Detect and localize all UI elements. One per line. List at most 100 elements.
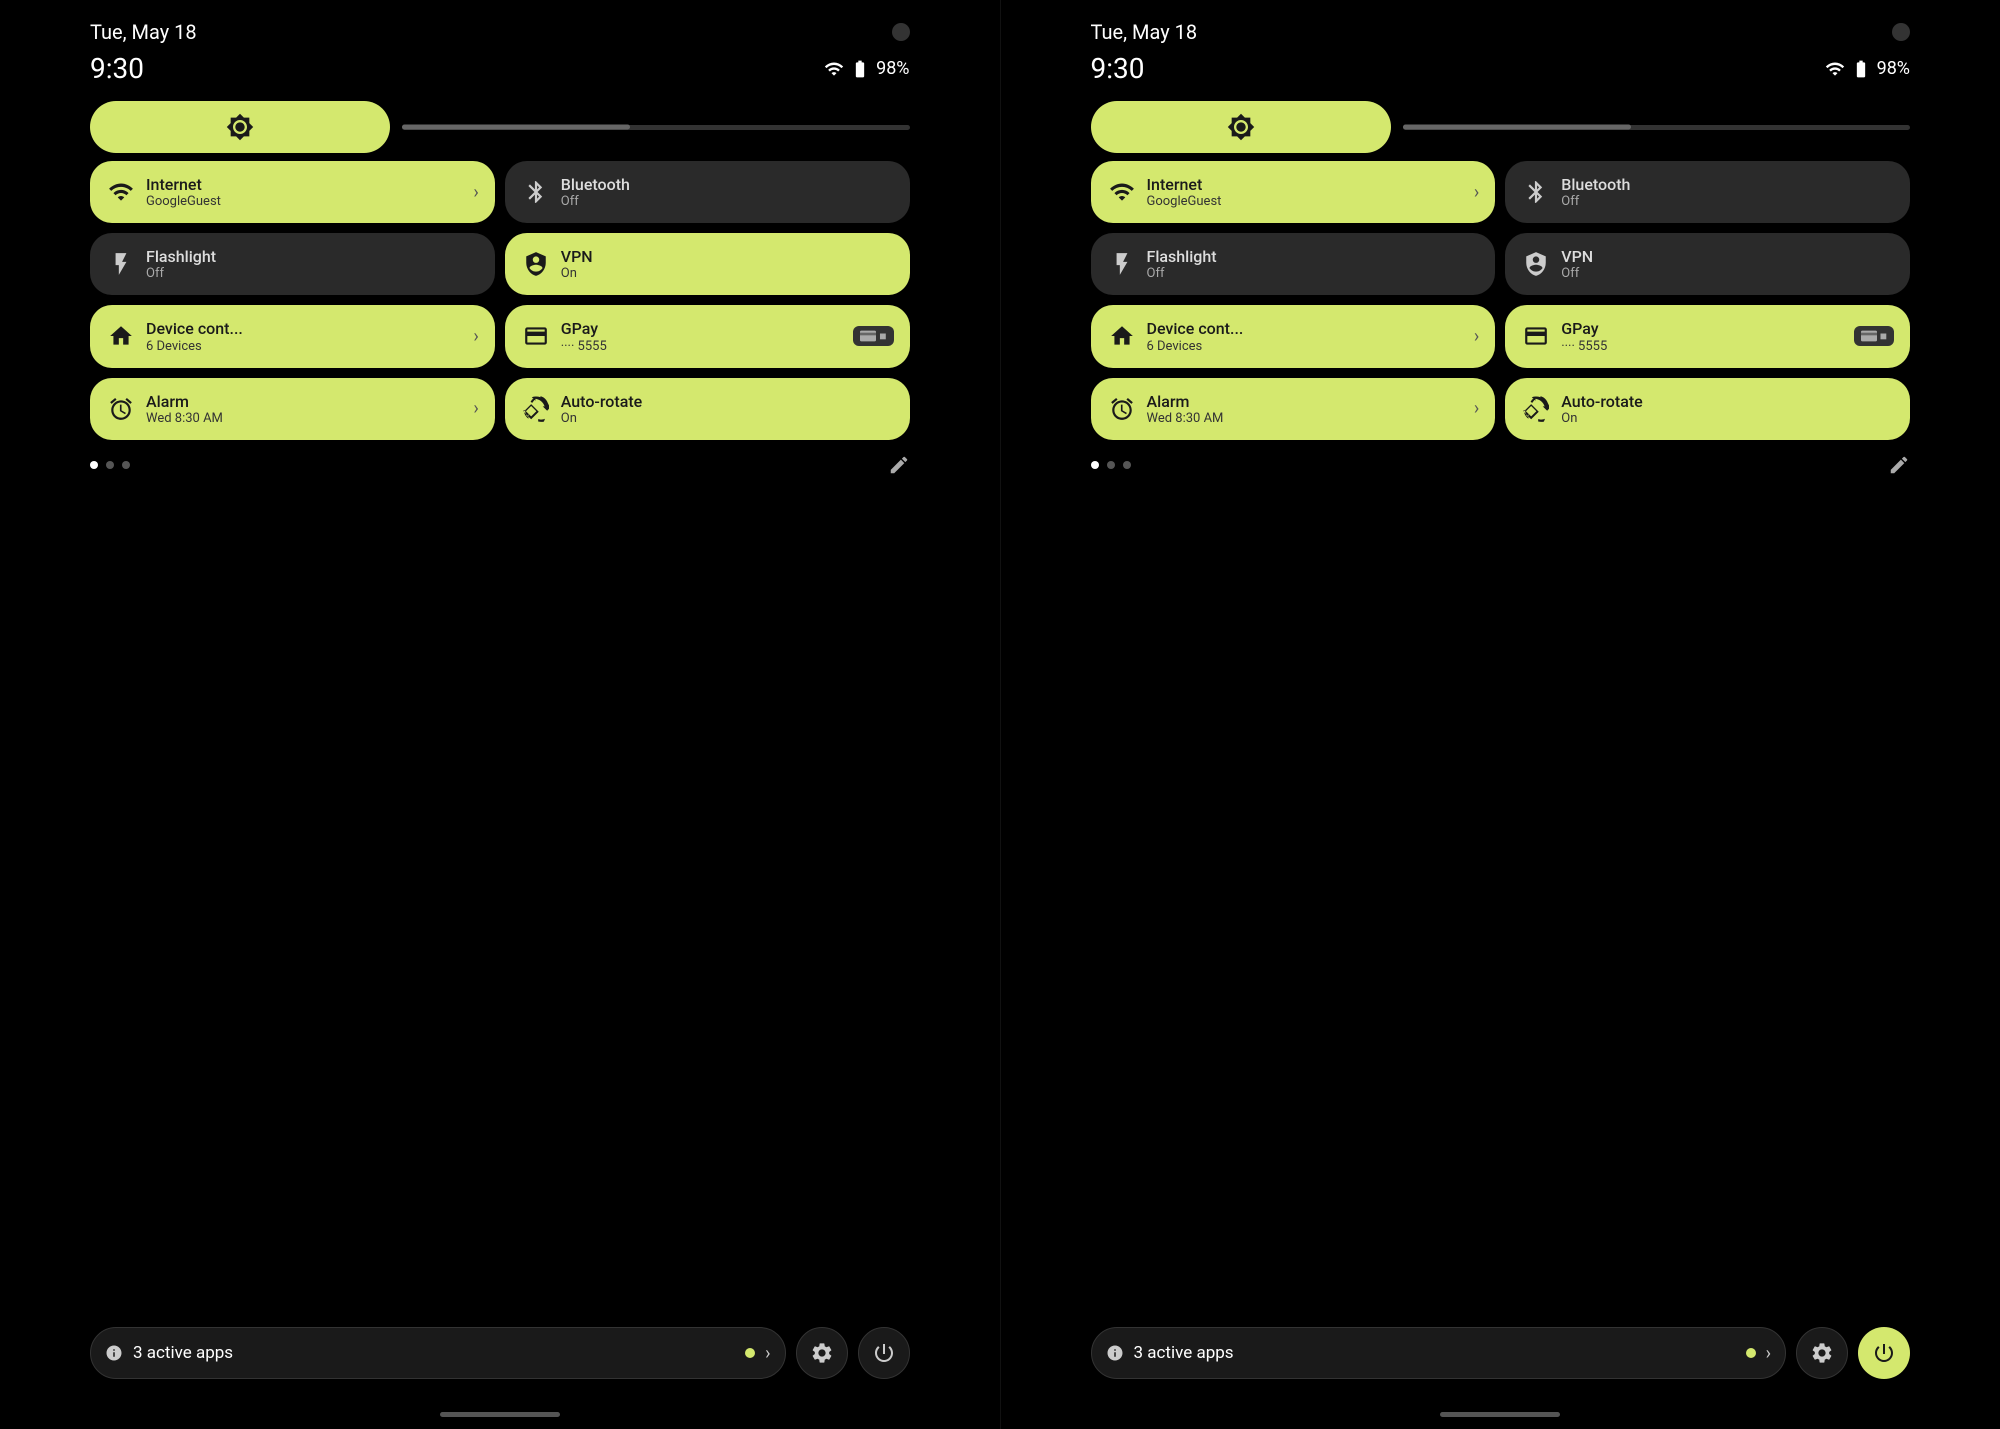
tile-label: VPN [1561, 247, 1894, 266]
wifi-icon [1107, 177, 1137, 207]
tile-label: Bluetooth [561, 175, 894, 194]
qs-tile-internet[interactable]: InternetGoogleGuest› [90, 161, 495, 223]
battery-percent: 98% [876, 58, 909, 79]
tile-label: Internet [146, 175, 463, 194]
tile-sublabel: Off [1561, 266, 1894, 281]
active-apps-pill[interactable]: 3 active apps› [90, 1327, 786, 1379]
settings-button[interactable] [1796, 1327, 1848, 1379]
brightness-track[interactable] [402, 125, 910, 130]
qs-tile-alarm[interactable]: AlarmWed 8:30 AM › [1091, 378, 1496, 440]
qs-footer [90, 440, 910, 484]
tile-text: GPay···· 5555 [561, 319, 844, 353]
brightness-track[interactable] [1403, 125, 1911, 130]
bluetooth-icon [521, 177, 551, 207]
tile-label: Alarm [146, 392, 463, 411]
tile-text: VPNOff [1561, 247, 1894, 281]
tile-label: Device cont... [146, 319, 463, 338]
tile-text: AlarmWed 8:30 AM [1147, 392, 1464, 426]
tile-chevron-icon: › [473, 326, 478, 347]
gpay-card: ■ [1854, 326, 1894, 346]
rotate-icon [1521, 394, 1551, 424]
card-icon [521, 321, 551, 351]
tile-sublabel: On [561, 411, 894, 426]
phone-panel-right: Tue, May 189:30 98% InternetGoogleGuest›… [1001, 0, 2000, 1429]
phone-panel-left: Tue, May 189:30 98% InternetGoogleGuest›… [0, 0, 1000, 1429]
bluetooth-icon [1521, 177, 1551, 207]
qs-tile-device-control[interactable]: Device cont...6 Devices › [90, 305, 495, 367]
home-icon [1107, 321, 1137, 351]
pagination-dot-1 [106, 461, 114, 469]
flashlight-icon [106, 249, 136, 279]
tile-label: Flashlight [1147, 247, 1480, 266]
pencil-icon [888, 454, 910, 476]
tile-sublabel: 6 Devices [146, 339, 463, 354]
tile-sublabel: GoogleGuest [146, 194, 463, 209]
qs-tile-gpay[interactable]: GPay···· 5555 ■ [1505, 305, 1910, 367]
brightness-pill[interactable] [1091, 101, 1391, 153]
active-apps-dot [1746, 1348, 1756, 1358]
status-bar-bottom: 9:30 98% [1091, 48, 1911, 101]
gpay-card-icon [1861, 330, 1877, 342]
qs-tile-device-control[interactable]: Device cont...6 Devices› [1091, 305, 1496, 367]
tile-sublabel: Wed 8:30 AM [1147, 411, 1464, 426]
tile-chevron-icon: › [473, 398, 478, 419]
tile-label: Flashlight [146, 247, 479, 266]
battery-percent: 98% [1877, 58, 1910, 79]
edit-icon[interactable] [888, 454, 910, 476]
card-icon [1521, 321, 1551, 351]
qs-tile-flashlight[interactable]: FlashlightOff [1091, 233, 1496, 295]
brightness-row[interactable] [90, 101, 910, 153]
qs-tile-flashlight[interactable]: FlashlightOff [90, 233, 495, 295]
camera-dot [892, 23, 910, 41]
qs-tile-gpay[interactable]: GPay···· 5555■ [505, 305, 910, 367]
gpay-card-icon [860, 330, 876, 342]
active-apps-label: 3 active apps [1134, 1343, 1736, 1363]
status-icons: 98% [1825, 58, 1910, 79]
tile-text: Device cont...6 Devices [1147, 319, 1464, 353]
power-icon [1872, 1341, 1896, 1365]
tile-label: GPay [1561, 319, 1844, 338]
camera-dot [1892, 23, 1910, 41]
tile-text: BluetoothOff [1561, 175, 1894, 209]
brightness-pill[interactable] [90, 101, 390, 153]
qs-tile-autorotate[interactable]: Auto-rotateOn [505, 378, 910, 440]
tile-label: Alarm [1147, 392, 1464, 411]
pagination-dots [90, 461, 130, 469]
tile-text: Auto-rotateOn [1561, 392, 1894, 426]
settings-icon [1810, 1341, 1834, 1365]
pagination-dot-1 [1107, 461, 1115, 469]
qs-tile-alarm[interactable]: AlarmWed 8:30 AM› [90, 378, 495, 440]
status-bar-top: Tue, May 18 [90, 0, 910, 48]
pagination-dots [1091, 461, 1131, 469]
vpn-icon [521, 249, 551, 279]
wifi-status-icon [824, 59, 844, 79]
tile-sublabel: 6 Devices [1147, 339, 1464, 354]
tile-chevron-icon: › [1474, 182, 1479, 203]
tile-chevron-icon: › [1474, 398, 1479, 419]
tile-sublabel: Off [1561, 194, 1894, 209]
edit-icon[interactable] [1888, 454, 1910, 476]
tile-label: Device cont... [1147, 319, 1464, 338]
settings-button[interactable] [796, 1327, 848, 1379]
active-apps-chevron-icon: › [765, 1343, 770, 1364]
power-icon [872, 1341, 896, 1365]
qs-tile-autorotate[interactable]: Auto-rotateOn [1505, 378, 1910, 440]
power-button[interactable] [1858, 1327, 1910, 1379]
qs-tile-vpn[interactable]: VPNOn [505, 233, 910, 295]
tile-sublabel: Off [146, 266, 479, 281]
brightness-row[interactable] [1091, 101, 1911, 153]
qs-tile-bluetooth[interactable]: BluetoothOff [505, 161, 910, 223]
battery-icon [850, 59, 870, 79]
tile-sublabel: ···· 5555 [1561, 339, 1844, 354]
tile-sublabel: Off [561, 194, 894, 209]
brightness-thumb [1403, 125, 1631, 130]
tile-sublabel: GoogleGuest [1147, 194, 1464, 209]
qs-tile-vpn[interactable]: VPNOff [1505, 233, 1910, 295]
power-button[interactable] [858, 1327, 910, 1379]
settings-icon [810, 1341, 834, 1365]
qs-tile-internet[interactable]: InternetGoogleGuest› [1091, 161, 1496, 223]
active-apps-pill[interactable]: 3 active apps› [1091, 1327, 1787, 1379]
qs-tile-bluetooth[interactable]: BluetoothOff [1505, 161, 1910, 223]
tile-text: BluetoothOff [561, 175, 894, 209]
tile-text: InternetGoogleGuest [146, 175, 463, 209]
